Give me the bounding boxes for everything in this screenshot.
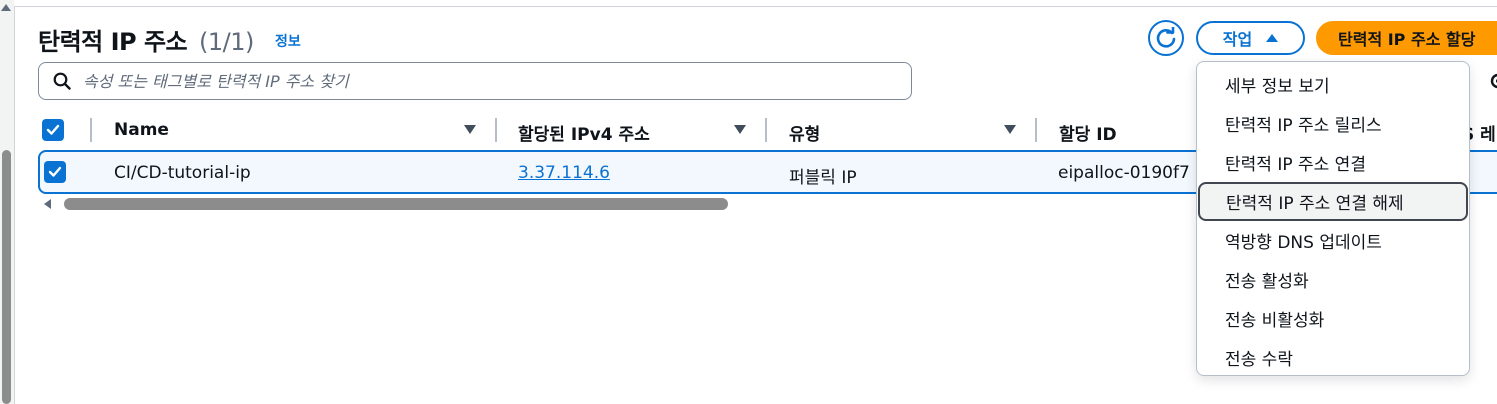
search-box[interactable]: [38, 62, 912, 100]
horizontal-scrollbar[interactable]: [40, 196, 730, 212]
column-header-name[interactable]: Name: [114, 120, 169, 140]
column-divider: [90, 118, 92, 142]
scrollbar-thumb[interactable]: [64, 198, 728, 210]
refresh-button[interactable]: [1148, 20, 1184, 56]
cell-type: 퍼블릭 IP: [789, 168, 857, 188]
cell-name: CI/CD-tutorial-ip: [114, 163, 251, 183]
row-checkbox[interactable]: [44, 161, 66, 183]
checkmark-icon: [48, 166, 62, 177]
menu-item-release-ip[interactable]: 탄력적 IP 주소 릴리스: [1197, 104, 1469, 143]
column-divider[interactable]: [1035, 118, 1037, 142]
sort-desc-icon[interactable]: [734, 125, 746, 134]
search-input[interactable]: [83, 71, 863, 91]
menu-item-accept-transfer[interactable]: 전송 수락: [1197, 338, 1469, 377]
info-link[interactable]: 정보: [275, 31, 301, 51]
scroll-left-icon[interactable]: [44, 199, 51, 209]
sort-desc-icon[interactable]: [1004, 125, 1016, 134]
selection-count: (1/1): [199, 28, 254, 56]
actions-button[interactable]: 작업: [1196, 21, 1305, 55]
column-divider[interactable]: [765, 118, 767, 142]
column-header-ipv4[interactable]: 할당된 IPv4 주소: [518, 120, 650, 145]
refresh-icon: [1156, 27, 1176, 48]
page-title: 탄력적 IP 주소 (1/1): [38, 28, 254, 56]
menu-item-enable-transfer[interactable]: 전송 활성화: [1197, 260, 1469, 299]
cell-ipv4-link[interactable]: 3.37.114.6: [518, 163, 610, 183]
scrollbar-thumb[interactable]: [2, 150, 11, 404]
caret-up-icon: [1266, 34, 1279, 42]
select-all-checkbox[interactable]: [42, 119, 64, 141]
sort-desc-icon[interactable]: [464, 125, 476, 134]
column-header-type[interactable]: 유형: [789, 120, 820, 145]
column-divider[interactable]: [495, 118, 497, 142]
checkmark-icon: [46, 124, 60, 135]
menu-item-associate-ip[interactable]: 탄력적 IP 주소 연결: [1197, 143, 1469, 182]
allocate-label: 탄력적 IP 주소 할당: [1338, 30, 1476, 49]
menu-item-disassociate-ip[interactable]: 탄력적 IP 주소 연결 해제: [1198, 182, 1468, 221]
page-scrollbar[interactable]: [0, 0, 14, 404]
actions-dropdown-menu: 세부 정보 보기 탄력적 IP 주소 릴리스 탄력적 IP 주소 연결 탄력적 …: [1196, 61, 1470, 376]
actions-label: 작업: [1222, 30, 1253, 49]
allocate-elastic-ip-button[interactable]: 탄력적 IP 주소 할당: [1316, 21, 1497, 55]
menu-item-update-reverse-dns[interactable]: 역방향 DNS 업데이트: [1197, 221, 1469, 260]
menu-item-view-details[interactable]: 세부 정보 보기: [1197, 65, 1469, 104]
gear-icon[interactable]: [1488, 72, 1497, 90]
scroll-up-icon[interactable]: [1, 4, 11, 11]
menu-item-disable-transfer[interactable]: 전송 비활성화: [1197, 299, 1469, 338]
column-header-allocation-id[interactable]: 할당 ID: [1059, 120, 1117, 145]
cell-allocation-id: eipalloc-0190f7: [1058, 163, 1190, 183]
search-icon: [53, 72, 71, 90]
